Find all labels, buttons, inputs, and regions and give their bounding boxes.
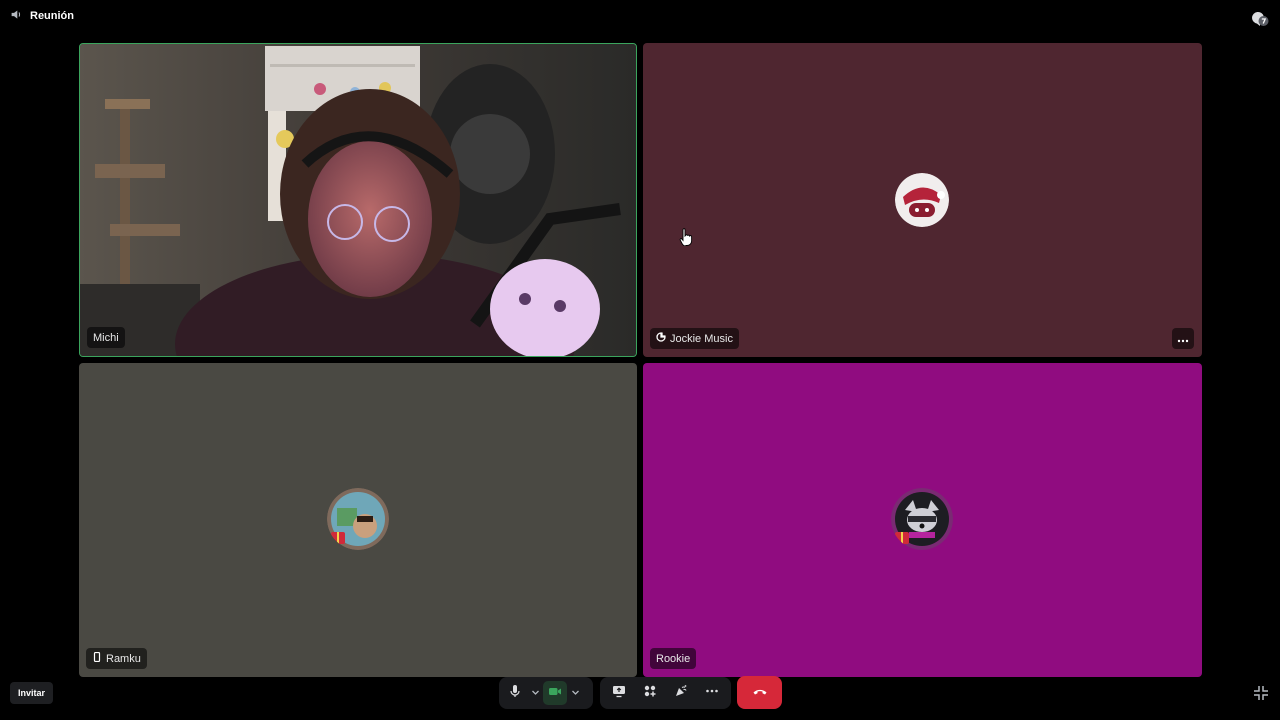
- tile-more-button[interactable]: [1172, 328, 1194, 349]
- participant-tile-jockie-music[interactable]: Jockie Music: [643, 43, 1202, 357]
- invite-button[interactable]: Invitar: [10, 682, 53, 704]
- participant-tile-michi[interactable]: Michi: [79, 43, 637, 357]
- share-screen-button[interactable]: [607, 681, 631, 705]
- exit-fullscreen-icon: [1252, 686, 1270, 706]
- soundboard-button[interactable]: [669, 681, 693, 705]
- participant-name: Jockie Music: [670, 332, 733, 345]
- participant-tile-ramku[interactable]: Ramku: [79, 363, 637, 677]
- soundboard-icon: [674, 684, 688, 703]
- audio-options-button[interactable]: [527, 681, 543, 705]
- camera-button[interactable]: [543, 681, 567, 705]
- participant-nameplate: Michi: [87, 327, 125, 348]
- hand-cursor-icon: [679, 228, 693, 247]
- chevron-down-icon: [571, 684, 580, 702]
- top-bar: Reunión: [0, 0, 1280, 32]
- channel-name: Reunión: [30, 10, 74, 22]
- ellipsis-icon: [705, 684, 719, 703]
- activities-button[interactable]: [638, 681, 662, 705]
- participant-name: Michi: [93, 331, 119, 344]
- exit-fullscreen-button[interactable]: [1252, 684, 1270, 702]
- participant-name: Rookie: [656, 652, 691, 665]
- chevron-down-icon: [531, 684, 540, 702]
- video-options-button[interactable]: [567, 681, 583, 705]
- participant-tile-rookie[interactable]: Rookie: [643, 363, 1202, 677]
- mute-button[interactable]: [503, 681, 527, 705]
- participant-nameplate: Jockie Music: [650, 328, 739, 349]
- activity-icon: [1248, 11, 1270, 32]
- ellipsis-icon: [1177, 330, 1189, 348]
- speaker-icon: [10, 8, 23, 24]
- more-options-button[interactable]: [700, 681, 724, 705]
- participant-nameplate: Ramku: [86, 648, 147, 669]
- avatar: [891, 488, 953, 550]
- participant-nameplate: Rookie: [650, 648, 697, 669]
- activity-button[interactable]: [1248, 6, 1270, 28]
- disconnect-button[interactable]: [737, 676, 782, 709]
- screen-share-icon: [612, 684, 626, 703]
- webcam-video: [80, 44, 636, 356]
- av-controls: [499, 677, 593, 709]
- hang-up-icon: [752, 683, 768, 702]
- mobile-phone-icon: [92, 651, 102, 665]
- channel-header: Reunión: [10, 8, 74, 24]
- bot-icon: [656, 332, 666, 345]
- avatar: [327, 488, 389, 550]
- tool-controls: [600, 677, 731, 709]
- activities-icon: [643, 684, 657, 703]
- participant-name: Ramku: [106, 652, 141, 665]
- avatar: [895, 173, 949, 227]
- video-camera-icon: [548, 684, 562, 703]
- microphone-icon: [508, 684, 522, 703]
